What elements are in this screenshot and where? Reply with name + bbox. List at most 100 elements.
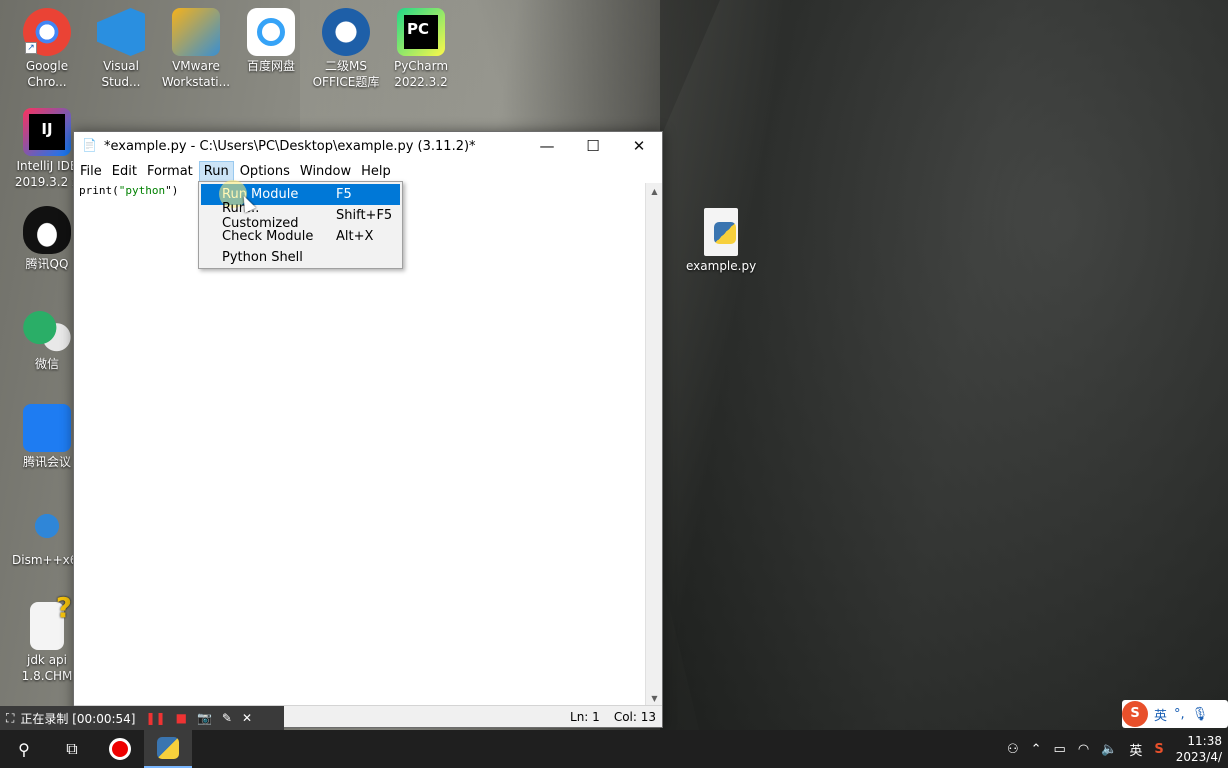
pycharm-icon: PC [397, 8, 445, 56]
intellij-icon: IJ [23, 108, 71, 156]
code-text: ") [165, 184, 179, 197]
search-icon[interactable]: ⚲ [0, 730, 48, 768]
input-language[interactable]: 英 [1129, 740, 1142, 759]
pause-icon[interactable]: ❚❚ [145, 711, 165, 725]
ime-punctuation[interactable]: °, [1174, 707, 1185, 722]
vertical-scrollbar[interactable]: ▲ ▼ [645, 183, 662, 707]
shortcut-arrow-icon: ↗ [25, 42, 37, 54]
close-icon[interactable]: ✕ [242, 711, 252, 725]
battery-icon[interactable]: ▭ [1054, 742, 1066, 757]
menu-edit[interactable]: Edit [108, 162, 141, 181]
taskbar: ⚲ ⧉ ⚇ ⌃ ▭ ◠ 🔈 英 S 11:38 2023/4/ [0, 730, 1228, 768]
clock-date: 2023/4/ [1175, 750, 1222, 764]
microphone-icon[interactable]: 🎙 [1192, 707, 1209, 722]
desktop-icon-example-py[interactable]: example.py [686, 208, 756, 274]
wechat-icon [23, 306, 71, 354]
menu-bar: File Edit Format Run Options Window Help [74, 160, 662, 183]
recorder-expand-icon[interactable]: ⛶ [6, 711, 14, 726]
taskbar-recorder[interactable] [96, 730, 144, 768]
status-column: Col: 13 [613, 709, 656, 724]
desktop-icon-baidu-netdisk[interactable]: 百度网盘 [236, 8, 306, 74]
stop-icon[interactable]: ■ [176, 711, 187, 725]
desktop-icon-pycharm[interactable]: PC PyCharm 2022.3.2 [386, 8, 456, 90]
check-module-menu-item[interactable]: Check Module Alt+X [201, 226, 400, 247]
desktop-icon-label: PyCharm 2022.3.2 [393, 59, 449, 89]
menu-run[interactable]: Run [198, 161, 234, 182]
taskbar-python-idle[interactable] [144, 730, 192, 768]
qq-penguin-icon [23, 206, 71, 254]
help-file-icon: ? [30, 594, 72, 650]
desktop-icon-label: Google Chro... [25, 59, 69, 89]
run-menu-dropdown: Run Module F5 Run... Customized Shift+F5… [198, 180, 403, 269]
system-tray: ⚇ ⌃ ▭ ◠ 🔈 英 S 11:38 2023/4/ [1007, 730, 1228, 768]
clock-time: 11:38 [1187, 734, 1222, 748]
minimize-button[interactable]: — [524, 132, 570, 160]
people-icon[interactable]: ⚇ [1007, 742, 1019, 757]
desktop-icon-label: Visual Stud... [101, 59, 141, 89]
task-view-icon[interactable]: ⧉ [48, 730, 96, 768]
record-icon [109, 738, 131, 760]
tencent-meeting-icon [23, 404, 71, 452]
desktop-icon-label: 腾讯QQ [25, 257, 69, 271]
clock[interactable]: 11:38 2023/4/ [1176, 733, 1222, 765]
python-file-icon [704, 208, 738, 256]
run-customized-menu-item[interactable]: Run... Customized Shift+F5 [201, 201, 400, 231]
menu-window[interactable]: Window [296, 162, 355, 181]
maximize-button[interactable]: ☐ [570, 132, 616, 160]
menu-help[interactable]: Help [357, 162, 395, 181]
desktop-icon-vmware[interactable]: VMware Workstati... [161, 8, 231, 90]
desktop-icon-vscode[interactable]: Visual Stud... [86, 8, 156, 90]
window-titlebar[interactable]: 📄 *example.py - C:\Users\PC\Desktop\exam… [74, 132, 662, 160]
wifi-icon[interactable]: ◠ [1078, 742, 1089, 757]
python-shell-menu-item[interactable]: Python Shell [201, 247, 400, 268]
menu-item-label: Check Module [222, 229, 314, 244]
desktop-icon-label: VMware Workstati... [161, 59, 231, 89]
desktop-icon-ms-office-quiz[interactable]: 二级MS OFFICE题库 [311, 8, 381, 90]
pen-icon[interactable]: ✎ [222, 711, 232, 725]
desktop-icon-wechat[interactable]: 微信 [12, 306, 82, 372]
chevron-up-icon[interactable]: ⌃ [1031, 742, 1042, 757]
vmware-icon [172, 8, 220, 56]
vscode-icon [97, 8, 145, 56]
desktop-icon-dism[interactable]: Dism++x64 [12, 502, 85, 568]
status-line: Ln: 1 [570, 709, 600, 724]
desktop-icon-tencent-meeting[interactable]: 腾讯会议 [12, 404, 82, 470]
python-file-icon: 📄 [82, 138, 97, 152]
sogou-icon: S [1122, 701, 1148, 727]
ime-toolbar[interactable]: S 英 °, 🎙 [1122, 700, 1228, 728]
code-text: print( [79, 184, 119, 197]
desktop-icon-label: example.py [686, 259, 757, 273]
ime-language[interactable]: 英 [1154, 705, 1167, 724]
desktop-icon-intellij[interactable]: IJ IntelliJ IDE 2019.3.2 x [12, 108, 82, 190]
camera-icon[interactable]: 📷 [197, 711, 212, 725]
menu-item-shortcut: F5 [336, 187, 352, 202]
menu-options[interactable]: Options [236, 162, 294, 181]
screen-recorder-bar: ⛶ 正在录制 [00:00:54] ❚❚ ■ 📷 ✎ ✕ [0, 706, 284, 730]
desktop-icon-label: 百度网盘 [246, 59, 295, 73]
python-icon [157, 737, 179, 759]
menu-item-shortcut: Shift+F5 [336, 208, 393, 223]
menu-item-shortcut: Alt+X [336, 229, 374, 244]
volume-icon[interactable]: 🔈 [1101, 742, 1117, 757]
recorder-status: 正在录制 [00:00:54] [20, 711, 136, 726]
code-string: "python [118, 184, 166, 197]
office-quiz-icon [322, 8, 370, 56]
menu-file[interactable]: File [76, 162, 106, 181]
desktop-icon-chrome[interactable]: ↗ Google Chro... [12, 8, 82, 90]
desktop-icon-label: 二级MS OFFICE题库 [312, 59, 380, 89]
scroll-up-icon[interactable]: ▲ [646, 183, 663, 200]
desktop-icon-jdk-api[interactable]: ? jdk api 1.8.CHM [12, 594, 82, 684]
desktop-icon-label: Dism++x64 [12, 553, 85, 567]
desktop-icon-label: 微信 [34, 357, 59, 371]
menu-format[interactable]: Format [143, 162, 197, 181]
cloud-icon [247, 8, 295, 56]
chrome-icon: ↗ [23, 8, 71, 56]
menu-item-label: Python Shell [222, 250, 303, 265]
close-button[interactable]: ✕ [616, 132, 662, 160]
gear-icon [23, 502, 71, 550]
sogou-tray-icon[interactable]: S [1154, 742, 1163, 757]
desktop-icon-label: 腾讯会议 [22, 455, 71, 469]
desktop-icon-label: IntelliJ IDE 2019.3.2 x [14, 159, 80, 189]
window-title: *example.py - C:\Users\PC\Desktop\exampl… [104, 138, 476, 154]
desktop-icon-qq[interactable]: 腾讯QQ [12, 206, 82, 272]
